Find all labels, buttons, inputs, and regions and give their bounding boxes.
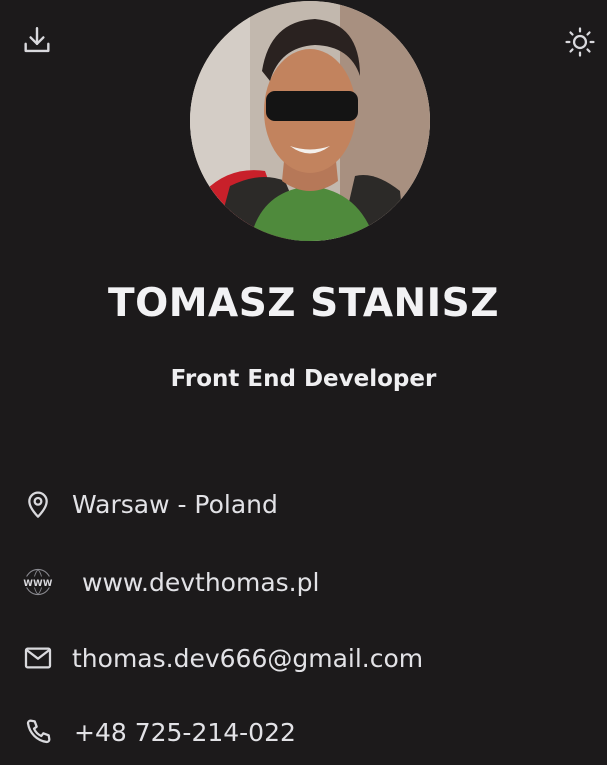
mail-icon [24,647,52,669]
contact-location: Warsaw - Poland [20,484,278,524]
theme-toggle-button[interactable] [560,22,600,62]
profile-role: Front End Developer [170,366,437,392]
sun-icon [565,27,595,57]
contact-website: WWW www.devthomas.pl [20,562,319,602]
avatar [190,1,430,241]
profile-name: TOMASZ STANISZ [107,281,500,326]
www-globe-icon: WWW [20,568,56,596]
avatar-photo [190,1,430,241]
map-pin-icon [28,491,48,518]
download-button[interactable] [17,21,57,61]
contact-phone: +48 725-214-022 [20,712,296,752]
svg-text:WWW: WWW [23,579,52,589]
website-link[interactable]: www.devthomas.pl [82,568,319,597]
phone-icon [26,719,51,744]
contact-email: thomas.dev666@gmail.com [20,638,423,678]
email-link[interactable]: thomas.dev666@gmail.com [72,644,423,673]
phone-link[interactable]: +48 725-214-022 [74,718,296,747]
download-icon [24,27,50,53]
location-text: Warsaw - Poland [72,489,278,519]
